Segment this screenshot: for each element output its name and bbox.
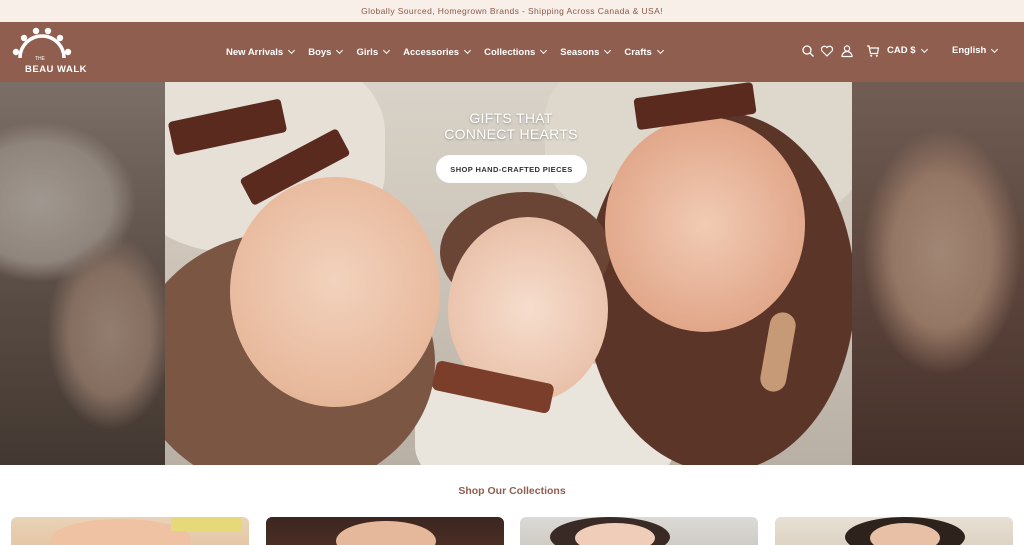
nav-label: Seasons [560, 46, 600, 58]
chevron-down-icon [540, 46, 548, 55]
nav-crafts[interactable]: Crafts [624, 46, 664, 58]
collection-card[interactable] [775, 517, 1013, 545]
hero-face-right [605, 117, 805, 332]
chevron-down-icon [604, 46, 612, 55]
nav-seasons[interactable]: Seasons [560, 46, 612, 58]
collection-card[interactable] [266, 517, 504, 545]
logo[interactable]: THE BEAU WALK [10, 26, 87, 78]
chevron-down-icon [383, 46, 391, 55]
logo-small-text: THE [35, 56, 45, 62]
site-header: THE BEAU WALK New Arrivals Boys Girls Ac… [0, 22, 1024, 82]
card-image-accent [171, 517, 241, 531]
nav-accessories[interactable]: Accessories [403, 46, 472, 58]
nav-label: Boys [308, 46, 332, 58]
announcement-text: Globally Sourced, Homegrown Brands - Shi… [361, 6, 663, 16]
collections-title: Shop Our Collections [458, 485, 566, 497]
hero-title-line2: CONNECT HEARTS [444, 126, 578, 142]
card-image [336, 521, 436, 545]
nav-label: Crafts [624, 46, 652, 58]
collection-cards [11, 517, 1013, 545]
chevron-down-icon [336, 46, 344, 55]
hero-side-image-left [0, 82, 165, 465]
collection-card[interactable] [520, 517, 758, 545]
card-image-face [575, 523, 655, 545]
nav-label: New Arrivals [226, 46, 284, 58]
account-icon[interactable] [840, 44, 854, 58]
hero-banner: GIFTS THAT CONNECT HEARTS SHOP HAND-CRAF… [0, 82, 1024, 465]
nav-label: Collections [484, 46, 536, 58]
chevron-down-icon [656, 46, 664, 55]
hero-title-line1: GIFTS THAT [469, 110, 553, 126]
main-nav: New Arrivals Boys Girls Accessories Coll… [226, 22, 664, 82]
nav-boys[interactable]: Boys [308, 46, 344, 58]
chevron-down-icon [920, 45, 928, 53]
hero-title: GIFTS THAT CONNECT HEARTS [411, 110, 611, 142]
language-selector[interactable]: English [952, 45, 999, 56]
logo-text: BEAU WALK [25, 64, 88, 75]
search-icon[interactable] [801, 44, 815, 58]
cart-icon[interactable] [866, 44, 880, 58]
hero-face-left [230, 177, 440, 407]
nav-girls[interactable]: Girls [356, 46, 391, 58]
shop-cta-button[interactable]: SHOP HAND-CRAFTED PIECES [436, 155, 587, 183]
nav-label: Girls [356, 46, 379, 58]
language-label: English [952, 45, 987, 56]
nav-collections[interactable]: Collections [484, 46, 548, 58]
card-image [51, 519, 191, 545]
collection-card[interactable] [11, 517, 249, 545]
announcement-bar: Globally Sourced, Homegrown Brands - Shi… [0, 0, 1024, 22]
nav-new-arrivals[interactable]: New Arrivals [226, 46, 296, 58]
currency-selector[interactable]: CAD $ [887, 45, 928, 56]
heart-icon[interactable] [820, 44, 834, 58]
chevron-down-icon [991, 45, 999, 53]
card-image-face [870, 523, 940, 545]
currency-label: CAD $ [887, 45, 916, 56]
chevron-down-icon [288, 46, 296, 55]
chevron-down-icon [464, 46, 472, 55]
nav-label: Accessories [403, 46, 460, 58]
hero-side-image-right [852, 82, 1024, 465]
